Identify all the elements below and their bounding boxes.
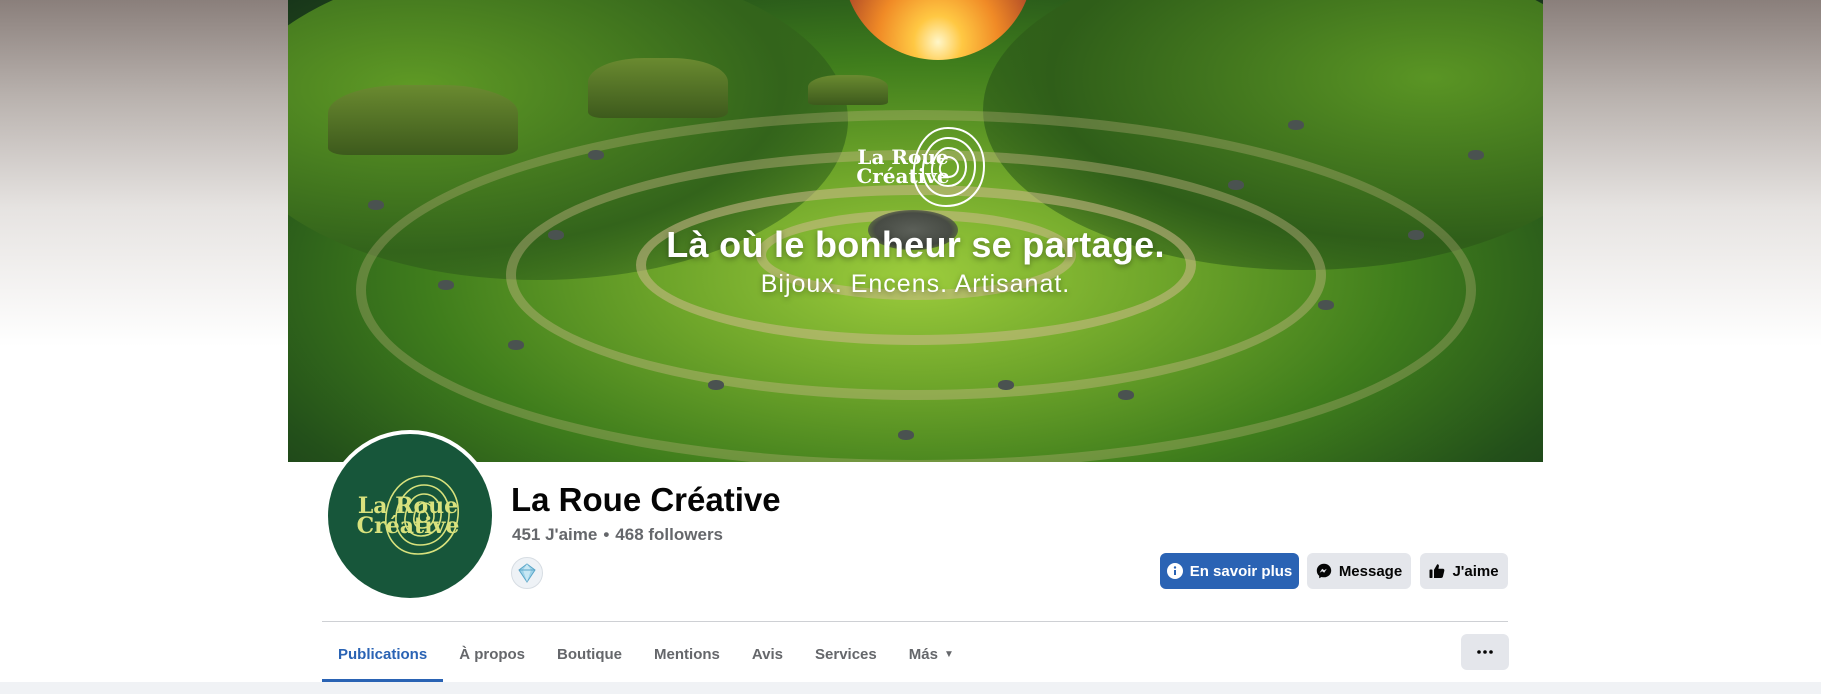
message-label: Message <box>1338 562 1403 580</box>
info-icon <box>1166 563 1183 579</box>
cover-stone <box>708 380 724 390</box>
message-button[interactable]: Message <box>1307 553 1411 589</box>
messenger-icon <box>1316 563 1332 579</box>
cover-stone <box>1288 120 1304 130</box>
cover-stone <box>588 150 604 160</box>
stats-separator: • <box>603 525 610 544</box>
caret-down-icon: ▼ <box>943 649 954 660</box>
cover-stone <box>1118 390 1134 400</box>
page-stats: 451 J'aime • 468 followers <box>512 525 723 545</box>
cover-stone <box>1468 150 1484 160</box>
tab-label: Más <box>908 646 938 663</box>
tab-a-propos[interactable]: À propos <box>443 627 541 682</box>
tab-mas[interactable]: Más ▼ <box>893 627 970 682</box>
cover-logo: La Roue Créative <box>848 122 988 212</box>
cover-stone <box>368 200 384 210</box>
tab-services[interactable]: Services <box>799 627 893 682</box>
page-title: La Roue Créative <box>511 481 781 518</box>
tab-avis[interactable]: Avis <box>736 627 799 682</box>
cover-grass-tuft <box>328 85 518 155</box>
cover-logo-line2: Créative <box>856 164 950 188</box>
gem-badge-icon[interactable] <box>511 557 543 589</box>
cover-stone <box>998 380 1014 390</box>
cover-subline: Bijoux. Encens. Artisanat. <box>760 270 1071 298</box>
learn-more-button[interactable]: En savoir plus <box>1160 553 1299 589</box>
learn-more-label: En savoir plus <box>1189 562 1293 580</box>
cover-grass-tuft <box>588 58 728 118</box>
gem-icon <box>518 563 536 583</box>
cover-stone <box>1318 300 1334 310</box>
header-divider <box>322 621 1508 622</box>
thumbs-up-icon <box>1429 564 1445 578</box>
tab-label: Mentions <box>654 646 720 663</box>
tab-label: Avis <box>751 646 784 663</box>
tab-label: Boutique <box>557 646 623 663</box>
tab-boutique[interactable]: Boutique <box>541 627 638 682</box>
cover-grass-tuft <box>808 75 888 105</box>
avatar-logo-text: La Roue Créative <box>356 495 460 539</box>
more-options-button[interactable] <box>1461 634 1509 670</box>
profile-picture[interactable]: La Roue Créative <box>324 430 496 602</box>
cover-photo[interactable]: La Roue Créative Là où le bonheur se par… <box>288 0 1543 462</box>
likes-count-link[interactable]: 451 J'aime <box>512 525 597 544</box>
cover-logo-text: La Roue Créative <box>856 147 950 188</box>
tab-label: Publications <box>338 646 428 663</box>
like-label: J'aime <box>1452 562 1499 580</box>
followers-count-link[interactable]: 468 followers <box>615 525 723 544</box>
cover-headline: Là où le bonheur se partage. <box>666 224 1165 265</box>
cover-stone <box>898 430 914 440</box>
page-tabs: Publications À propos Boutique Mentions … <box>322 627 970 682</box>
ellipsis-icon <box>1477 650 1493 654</box>
tab-publications[interactable]: Publications <box>322 627 444 682</box>
tab-label: À propos <box>459 646 526 663</box>
avatar-logo-line2: Créative <box>356 513 460 539</box>
tab-mentions[interactable]: Mentions <box>638 627 736 682</box>
tab-label: Services <box>815 646 877 663</box>
cover-stone <box>1228 180 1244 190</box>
like-button[interactable]: J'aime <box>1420 553 1508 589</box>
cover-stone <box>508 340 524 350</box>
avatar-logo: La Roue Créative <box>328 434 492 598</box>
